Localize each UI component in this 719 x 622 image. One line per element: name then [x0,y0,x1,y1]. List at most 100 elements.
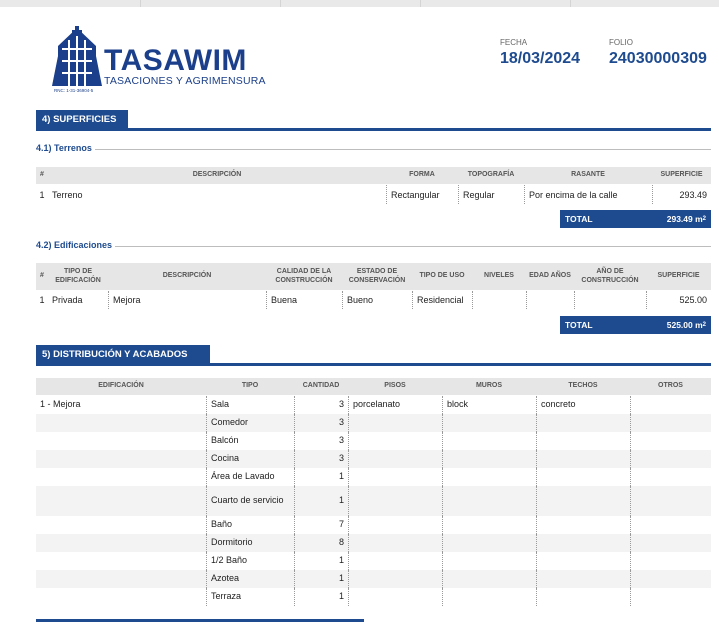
dist-cell-tipo: Azotea [206,570,294,588]
dist-cell-muros [442,414,536,432]
dist-cell-muros [442,486,536,516]
terrenos-header-descripcion: DESCRIPCIÓN [48,167,386,184]
table-row: Azotea 1 [36,570,711,588]
table-row: Balcón 3 [36,432,711,450]
dist-cell-pisos [348,552,442,570]
fecha-label: FECHA [500,38,528,47]
table-row: Comedor 3 [36,414,711,432]
terrenos-row-forma: Rectangular [386,185,458,204]
edif-header-num: # [36,263,48,290]
dist-cell-cantidad: 3 [294,450,348,468]
top-strip-segment [0,0,141,7]
dist-header-cantidad: CANTIDAD [294,378,348,395]
dist-cell-otros [630,432,711,450]
edificaciones-title: 4.2) Edificaciones [36,240,116,250]
dist-cell-edificacion [36,570,206,588]
top-strip [0,0,719,7]
table-row: Dormitorio 8 [36,534,711,552]
dist-cell-otros [630,516,711,534]
edificaciones-rule [36,246,711,247]
dist-cell-cantidad: 1 [294,570,348,588]
fecha-value: 18/03/2024 [500,50,581,67]
edif-row-niveles [472,291,526,309]
edif-row-num: 1 [39,295,45,305]
dist-cell-tipo: Sala [206,396,294,414]
dist-cell-cantidad: 1 [294,588,348,606]
edif-row-tipo: Privada [52,295,83,305]
dist-cell-edificacion [36,552,206,570]
dist-cell-muros [442,516,536,534]
dist-cell-edificacion: 1 - Mejora [40,399,81,410]
top-strip-segment [140,0,281,7]
dist-cell-edificacion [36,450,206,468]
company-logo: TASAWIM TASACIONES Y AGRIMENSURA RNC: 1-… [50,26,266,98]
dist-header-edificacion: EDIFICACIÓN [36,378,206,395]
terrenos-total-unit: 2 [702,216,706,222]
edif-header-estado: ESTADO DE CONSERVACIÓN [342,263,412,290]
terrenos-row-num: 1 [39,189,45,200]
dist-header-pisos: PISOS [348,378,442,395]
edif-header-tipo: TIPO DE EDIFICACIÓN [48,263,108,290]
dist-cell-techos [536,432,630,450]
building-logo-icon [52,26,102,86]
terrenos-header-num: # [36,167,48,184]
dist-cell-otros [630,588,711,606]
dist-cell-muros [442,588,536,606]
dist-cell-cantidad: 3 [294,432,348,450]
table-row: Área de Lavado 1 [36,468,711,486]
dist-cell-techos: concreto [536,396,630,414]
edif-total-number: 525.00 m [666,320,703,330]
folio-label: FOLIO [609,38,634,47]
dist-cell-pisos [348,516,442,534]
edif-header-niveles: NIVELES [472,263,526,290]
edif-row-descripcion: Mejora [108,291,266,309]
dist-cell-tipo: Comedor [206,414,294,432]
table-row: Terraza 1 [36,588,711,606]
dist-cell-pisos [348,588,442,606]
dist-cell-edificacion [36,486,206,516]
dist-cell-techos [536,534,630,552]
brand-rnc: RNC: 1-31-36904-5 [54,88,94,93]
terrenos-row-rasante: Por encima de la calle [524,185,652,204]
dist-cell-muros [442,552,536,570]
terrenos-header-topografia: TOPOGRAFÍA [458,167,524,184]
dist-cell-otros [630,450,711,468]
dist-cell-pisos [348,486,442,516]
dist-cell-tipo: Baño [206,516,294,534]
terrenos-header-rasante: RASANTE [524,167,652,184]
dist-cell-tipo: Cocina [206,450,294,468]
edif-header-edad: EDAD AÑOS [526,263,574,290]
dist-cell-cantidad: 3 [294,396,348,414]
dist-cell-otros [630,468,711,486]
terrenos-row-topografia: Regular [458,185,524,204]
dist-cell-pisos [348,414,442,432]
dist-cell-pisos [348,570,442,588]
dist-cell-muros [442,570,536,588]
table-row: Cocina 3 [36,450,711,468]
edif-row-anio [574,291,646,309]
section-4-rule [36,128,711,131]
dist-cell-edificacion [36,588,206,606]
dist-cell-pisos [348,450,442,468]
dist-cell-techos [536,588,630,606]
dist-cell-tipo: Terraza [206,588,294,606]
terrenos-header-superficie: SUPERFICIE [652,167,711,184]
section-4-title: 4) SUPERFICIES [36,110,128,130]
terrenos-total-label: TOTAL [560,210,640,228]
dist-cell-otros [630,570,711,588]
terrenos-rule [36,149,711,150]
dist-cell-tipo: Dormitorio [206,534,294,552]
dist-cell-techos [536,468,630,486]
dist-cell-muros: block [442,396,536,414]
section-5-rule [36,363,711,366]
edif-header-descripcion: DESCRIPCIÓN [108,263,266,290]
section-5-title: 5) DISTRIBUCIÓN Y ACABADOS [36,345,210,365]
edif-row-uso: Residencial [412,291,472,309]
dist-cell-edificacion [36,432,206,450]
brand-subtitle: TASACIONES Y AGRIMENSURA [104,75,266,87]
brand-name: TASAWIM [104,44,247,77]
dist-header-otros: OTROS [630,378,711,395]
dist-cell-pisos [348,468,442,486]
dist-cell-muros [442,432,536,450]
dist-cell-tipo: Área de Lavado [206,468,294,486]
